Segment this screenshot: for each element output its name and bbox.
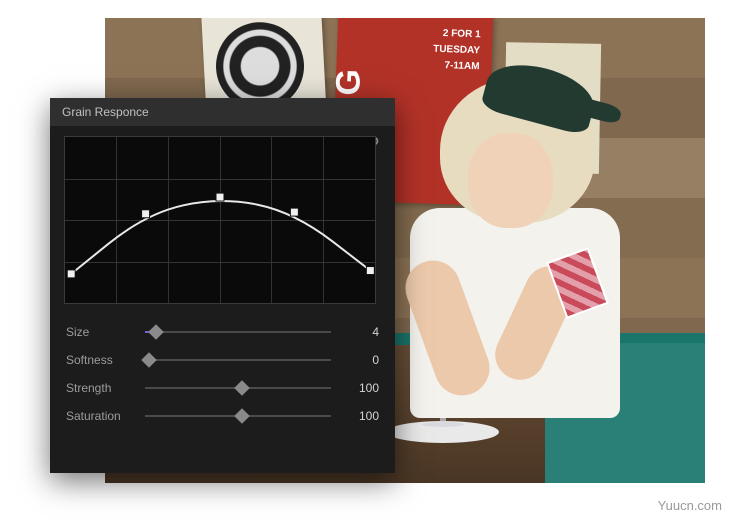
slider-softness-thumb[interactable]	[141, 352, 157, 368]
curve-editor[interactable]	[64, 136, 376, 304]
curve-path[interactable]	[65, 137, 375, 304]
curve-point[interactable]	[142, 210, 150, 218]
slider-saturation-value: 100	[345, 409, 379, 423]
slider-strength-track[interactable]	[145, 387, 331, 389]
slider-softness-track[interactable]	[145, 359, 331, 361]
slider-saturation: Saturation 100	[66, 402, 379, 430]
slider-softness-label: Softness	[66, 353, 141, 367]
curve-point[interactable]	[366, 267, 374, 275]
sliders-group: Size 4 Softness 0 Strength 100 Saturatio…	[50, 308, 395, 430]
person	[390, 78, 650, 418]
poster-lines: 2 FOR 1 TUESDAY 7-11AM	[432, 26, 481, 76]
slider-strength: Strength 100	[66, 374, 379, 402]
slider-softness-value: 0	[345, 353, 379, 367]
slider-size-track[interactable]	[145, 331, 331, 333]
curve-point[interactable]	[216, 193, 224, 201]
slider-saturation-label: Saturation	[66, 409, 141, 423]
slider-strength-thumb[interactable]	[234, 380, 250, 396]
curve-point[interactable]	[67, 270, 75, 278]
slider-strength-label: Strength	[66, 381, 141, 395]
slider-strength-value: 100	[345, 381, 379, 395]
slider-saturation-thumb[interactable]	[234, 408, 250, 424]
slider-softness: Softness 0	[66, 346, 379, 374]
slider-saturation-track[interactable]	[145, 415, 331, 417]
slider-size: Size 4	[66, 318, 379, 346]
slider-size-thumb[interactable]	[148, 324, 164, 340]
curve-point[interactable]	[290, 208, 298, 216]
slider-size-label: Size	[66, 325, 141, 339]
watermark: Yuucn.com	[658, 498, 722, 513]
panel-title: Grain Responce	[50, 98, 395, 126]
grain-response-panel: Grain Responce Size 4 Softness	[50, 98, 395, 473]
slider-size-value: 4	[345, 325, 379, 339]
